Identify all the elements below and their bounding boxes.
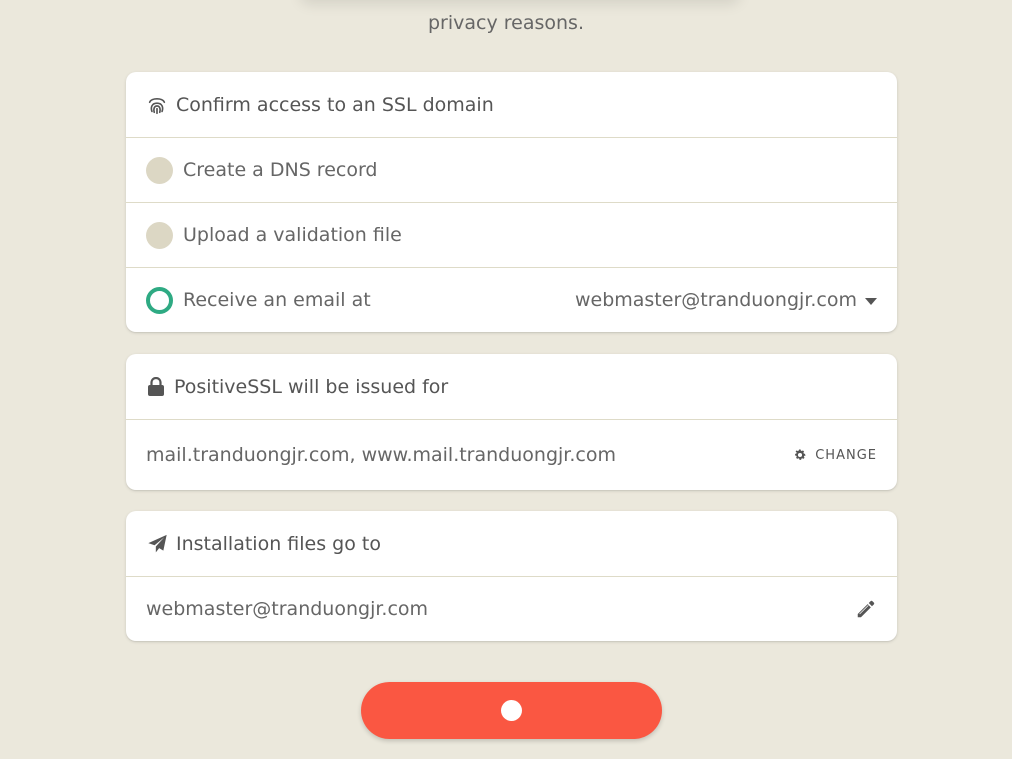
- issued-for-card: PositiveSSL will be issued for mail.tran…: [126, 354, 897, 490]
- dns-record-label: Create a DNS record: [183, 159, 378, 181]
- fingerprint-icon: [146, 94, 168, 116]
- change-button[interactable]: CHANGE: [793, 448, 877, 463]
- installation-email-row: webmaster@tranduongjr.com: [126, 576, 897, 641]
- email-select-dropdown[interactable]: webmaster@tranduongjr.com: [575, 289, 877, 311]
- installation-card: Installation files go to webmaster@trand…: [126, 511, 897, 641]
- dns-record-radio[interactable]: [146, 156, 173, 184]
- domains-row: mail.tranduongjr.com, www.mail.tranduong…: [126, 419, 897, 490]
- email-option-label: Receive an email at: [183, 289, 371, 311]
- email-radio[interactable]: [146, 286, 173, 314]
- option-dns-record[interactable]: Create a DNS record: [126, 137, 897, 202]
- intro-text: privacy reasons.: [428, 12, 584, 34]
- installation-title: Installation files go to: [176, 532, 381, 555]
- loading-indicator: [501, 700, 522, 721]
- issued-for-title: PositiveSSL will be issued for: [174, 375, 449, 398]
- paper-plane-icon: [146, 533, 168, 555]
- confirm-access-card: Confirm access to an SSL domain Create a…: [126, 72, 897, 332]
- validation-file-radio[interactable]: [146, 221, 173, 249]
- confirm-access-title: Confirm access to an SSL domain: [176, 93, 494, 116]
- option-email[interactable]: Receive an email at webmaster@tranduongj…: [126, 267, 897, 332]
- option-validation-file[interactable]: Upload a validation file: [126, 202, 897, 267]
- edit-email-button[interactable]: [855, 598, 877, 620]
- confirm-access-header: Confirm access to an SSL domain: [126, 72, 897, 137]
- change-button-label[interactable]: CHANGE: [815, 448, 877, 463]
- lock-icon: [146, 376, 166, 398]
- pencil-icon[interactable]: [855, 598, 877, 620]
- validation-file-label: Upload a validation file: [183, 224, 402, 246]
- issued-for-header: PositiveSSL will be issued for: [126, 354, 897, 419]
- installation-email-text: webmaster@tranduongjr.com: [146, 598, 429, 620]
- chevron-down-icon[interactable]: [865, 297, 877, 305]
- domains-text: mail.tranduongjr.com, www.mail.tranduong…: [146, 444, 616, 466]
- submit-button[interactable]: [361, 682, 662, 739]
- gear-icon: [795, 449, 806, 460]
- installation-header: Installation files go to: [126, 511, 897, 576]
- email-select-value[interactable]: webmaster@tranduongjr.com: [575, 289, 857, 311]
